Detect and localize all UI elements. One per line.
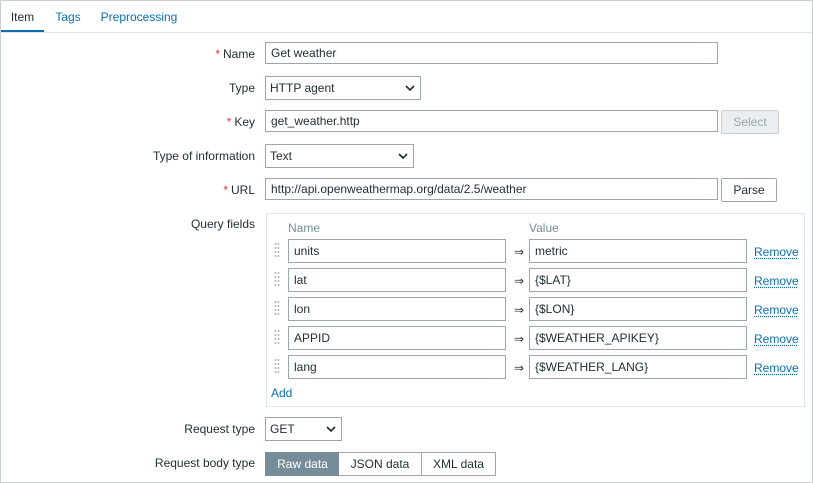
query-value-input[interactable]: {$WEATHER_LANG} [529, 355, 747, 379]
remove-link[interactable]: Remove [754, 361, 799, 375]
query-value-input[interactable]: {$WEATHER_APIKEY} [529, 326, 747, 350]
query-value-input[interactable]: {$LAT} [529, 268, 747, 292]
item-form-panel: Item Tags Preprocessing * Name Get weathe… [0, 0, 813, 483]
tab-bar: Item Tags Preprocessing [1, 1, 812, 33]
key-input[interactable]: get_weather.http [265, 110, 718, 132]
drag-handle-icon[interactable] [274, 358, 280, 376]
arrow-icon: ⇒ [514, 332, 525, 346]
name-input[interactable]: Get weather [265, 42, 718, 64]
drag-handle-icon[interactable] [274, 242, 280, 260]
type-of-information-label: Type of information [152, 149, 255, 163]
parse-button[interactable]: Parse [721, 178, 777, 202]
url-input[interactable]: http://api.openweathermap.org/data/2.5/w… [265, 178, 718, 200]
query-value-input[interactable]: {$LON} [529, 297, 747, 321]
drag-handle-icon[interactable] [274, 329, 280, 347]
key-label: * Key [226, 115, 255, 129]
type-select[interactable]: HTTP agent [265, 76, 421, 100]
remove-link[interactable]: Remove [754, 303, 799, 317]
required-marker: * [215, 47, 220, 61]
tab-preprocessing[interactable]: Preprocessing [97, 1, 181, 30]
arrow-icon: ⇒ [514, 361, 525, 375]
chevron-down-icon [398, 153, 408, 160]
request-type-select[interactable]: GET [265, 417, 342, 441]
type-label: Type [228, 81, 255, 95]
type-of-information-select[interactable]: Text [265, 144, 414, 168]
name-label: * Name [215, 47, 255, 61]
query-name-input[interactable]: units [288, 239, 506, 263]
tab-item[interactable]: Item [1, 1, 44, 32]
query-value-input[interactable]: metric [529, 239, 747, 263]
query-name-input[interactable]: lon [288, 297, 506, 321]
query-name-input[interactable]: lat [288, 268, 506, 292]
remove-link[interactable]: Remove [754, 332, 799, 346]
segment-xml-data[interactable]: XML data [421, 452, 496, 476]
arrow-icon: ⇒ [514, 245, 525, 259]
query-name-header: Name [288, 221, 321, 235]
query-name-input[interactable]: lang [288, 355, 506, 379]
query-value-header: Value [529, 221, 559, 235]
drag-handle-icon[interactable] [274, 300, 280, 318]
arrow-icon: ⇒ [514, 274, 525, 288]
chevron-down-icon [326, 426, 336, 433]
query-fields-label: Query fields [190, 217, 255, 231]
drag-handle-icon[interactable] [274, 271, 280, 289]
request-body-type-label: Request body type [154, 456, 255, 470]
segment-json-data[interactable]: JSON data [339, 452, 422, 476]
key-select-button[interactable]: Select [721, 110, 779, 134]
arrow-icon: ⇒ [514, 303, 525, 317]
chevron-down-icon [405, 85, 415, 92]
remove-link[interactable]: Remove [754, 274, 799, 288]
add-query-field-link[interactable]: Add [271, 386, 292, 400]
url-label: * URL [223, 183, 255, 197]
remove-link[interactable]: Remove [754, 245, 799, 259]
segment-raw-data[interactable]: Raw data [265, 452, 340, 476]
tab-tags[interactable]: Tags [51, 1, 85, 30]
query-name-input[interactable]: APPID [288, 326, 506, 350]
request-type-label: Request type [184, 422, 255, 436]
